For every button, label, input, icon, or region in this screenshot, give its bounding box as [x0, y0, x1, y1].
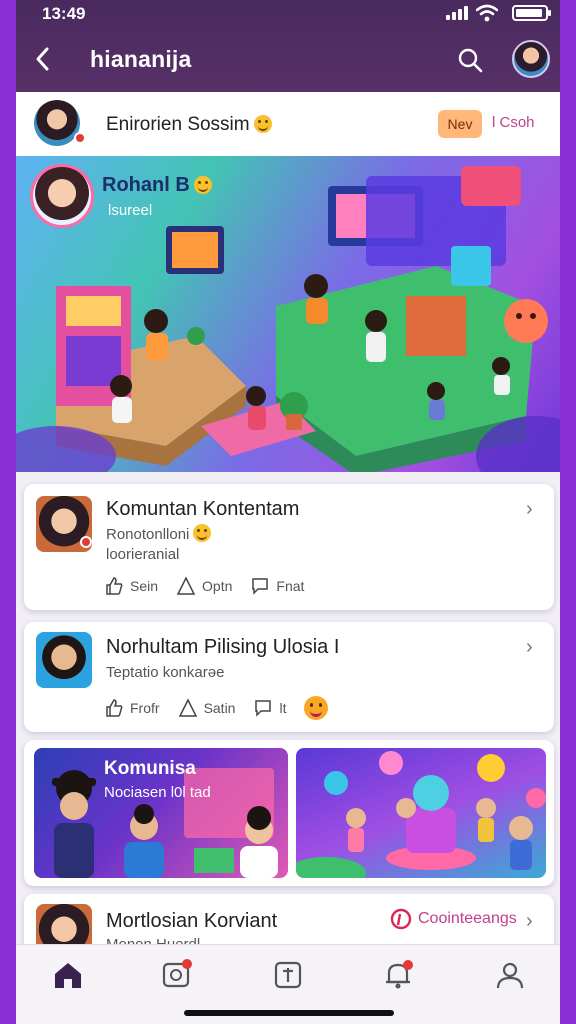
- app-screen: 13:49 hiananija Enirorien Sossim Nev l C…: [16, 0, 560, 1024]
- card-avatar: [36, 632, 92, 688]
- search-icon: [458, 48, 483, 73]
- reaction-emoji-icon[interactable]: [304, 696, 329, 720]
- gallery-title: Komunisa: [104, 758, 196, 779]
- comment-button[interactable]: Fnat: [250, 576, 304, 596]
- author-name-text: Enirorien Sossim: [106, 114, 250, 135]
- share-button[interactable]: Optn: [176, 576, 232, 596]
- thumbs-up-icon: [106, 577, 123, 595]
- chevron-right-icon[interactable]: ›: [526, 637, 540, 657]
- comment-icon: [255, 700, 272, 717]
- chevron-right-icon[interactable]: ›: [526, 911, 540, 931]
- nav-profile[interactable]: [492, 957, 528, 993]
- card-title: Mortlosian Korviant: [106, 910, 278, 932]
- card-link-text: Coointeeangs: [418, 910, 517, 927]
- chevron-left-icon: [36, 47, 49, 71]
- hero-subtitle: lsureel: [108, 202, 153, 219]
- card-subtitle-text: Ronotonlloni: [106, 526, 190, 543]
- search-button[interactable]: [454, 44, 486, 76]
- share-button[interactable]: Satin: [178, 698, 236, 718]
- post-header: Enirorien Sossim Nev l Csoh: [16, 92, 560, 156]
- add-icon: [274, 961, 302, 989]
- card-title: Komuntan Kontentam: [106, 498, 300, 520]
- online-badge: [80, 536, 92, 548]
- status-time: 13:49: [42, 4, 86, 23]
- join-link[interactable]: l Csoh: [492, 114, 535, 131]
- card-title: Norhultam Pilising Ulosia I: [106, 636, 340, 658]
- card-actions: Frofr Satin lt: [104, 696, 329, 720]
- new-badge-button[interactable]: Nev: [438, 110, 482, 138]
- author-name[interactable]: Enirorien Sossim: [106, 114, 272, 136]
- nav-notifications[interactable]: [158, 957, 194, 993]
- battery-icon: [512, 5, 551, 21]
- status-bar: 13:49: [16, 0, 560, 30]
- hero-title: Rohanl B: [102, 174, 212, 197]
- like-label: Frofr: [130, 700, 160, 716]
- card-detail: loorieranial: [106, 546, 180, 563]
- comment-button[interactable]: lt: [253, 698, 286, 718]
- page-title: hiananija: [90, 46, 192, 72]
- profile-icon: [496, 962, 524, 989]
- like-button[interactable]: Sein: [104, 576, 158, 596]
- comment-icon: [252, 578, 269, 595]
- share-label: Optn: [202, 578, 233, 594]
- pinterest-like-icon: [390, 908, 412, 930]
- smile-emoji-icon: [193, 176, 212, 194]
- hero-title-text: Rohanl B: [102, 174, 190, 196]
- share-icon: [178, 698, 197, 717]
- wifi-icon: [476, 4, 498, 22]
- nav-add[interactable]: [270, 957, 306, 993]
- gallery-image-2[interactable]: [296, 748, 546, 878]
- profile-avatar[interactable]: [512, 40, 550, 78]
- bell-icon: [386, 960, 413, 989]
- home-indicator: [184, 1010, 394, 1016]
- gallery-illustration-2: [296, 751, 546, 878]
- nav-alerts[interactable]: [380, 957, 416, 993]
- signal-icon: [446, 6, 468, 20]
- gallery-image-1[interactable]: Komunisa Nociasen l0l tad: [34, 748, 288, 878]
- like-button[interactable]: Frofr: [104, 698, 160, 718]
- smile-emoji-icon: [253, 115, 272, 133]
- chevron-right-icon[interactable]: ›: [526, 499, 540, 519]
- card-subtitle: Ronotonlloni: [106, 524, 212, 543]
- thumbs-up-icon: [106, 699, 123, 717]
- hero-banner[interactable]: Rohanl B lsureel: [16, 156, 560, 472]
- comment-label: Fnat: [276, 578, 305, 594]
- feed-card[interactable]: Norhultam Pilising Ulosia I Teptatio kon…: [24, 622, 554, 732]
- feed-card[interactable]: Komuntan Kontentam Ronotonlloni looriera…: [24, 484, 554, 610]
- card-subtitle: Teptatio konkarəe: [106, 664, 225, 681]
- notifications-box-icon: [162, 959, 192, 988]
- share-icon: [176, 576, 196, 595]
- hero-illustration: [16, 166, 560, 472]
- author-avatar[interactable]: [34, 100, 80, 146]
- home-icon: [55, 963, 81, 988]
- media-gallery: Komunisa Nociasen l0l tad: [24, 740, 554, 886]
- card-link[interactable]: Coointeeangs: [390, 908, 517, 930]
- smile-emoji-icon: [193, 524, 212, 542]
- share-label: Satin: [203, 700, 236, 716]
- comment-label: lt: [279, 700, 287, 716]
- top-bar: 13:49 hiananija: [16, 0, 560, 92]
- hero-avatar: [30, 164, 94, 228]
- like-label: Sein: [130, 578, 159, 594]
- online-badge: [74, 132, 86, 144]
- back-button[interactable]: [30, 42, 56, 76]
- nav-home[interactable]: [50, 957, 86, 993]
- card-actions: Sein Optn Fnat: [104, 576, 304, 596]
- gallery-subtitle: Nociasen l0l tad: [104, 784, 211, 801]
